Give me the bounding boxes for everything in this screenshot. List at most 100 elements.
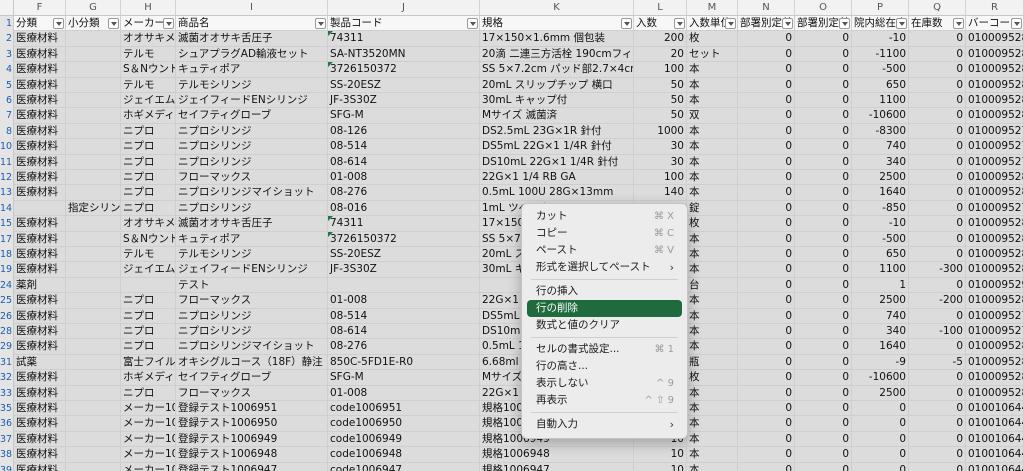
context-menu-item[interactable]: 自動入力 ›	[527, 416, 682, 433]
table-cell[interactable]: 0	[795, 108, 852, 124]
table-cell[interactable]: 0100095280008	[966, 46, 1024, 63]
table-cell[interactable]: 0	[909, 247, 966, 263]
table-cell[interactable]: 01-008	[328, 293, 480, 309]
filter-dropdown-icon[interactable]	[674, 18, 685, 29]
table-cell[interactable]: 0	[738, 431, 795, 448]
table-cell[interactable]: SFG-M	[328, 108, 480, 124]
table-cell[interactable]: 0	[738, 247, 795, 263]
table-cell[interactable]: 100	[634, 170, 687, 186]
table-cell[interactable]: 3726150372	[328, 231, 480, 247]
column-header-i[interactable]: I	[176, 0, 328, 16]
row-header[interactable]: 7	[0, 108, 14, 124]
table-cell[interactable]: 本	[687, 93, 738, 109]
table-cell[interactable]: 08-514	[328, 308, 480, 324]
table-cell[interactable]: メーカー1006	[121, 401, 176, 417]
table-cell[interactable]: SS-20ESZ	[328, 77, 480, 93]
table-cell[interactable]: 本	[687, 77, 738, 93]
table-cell[interactable]: -300	[909, 262, 966, 278]
table-cell[interactable]: 本	[687, 185, 738, 201]
table-cell[interactable]: 滅菌オオサキ舌圧子	[176, 31, 328, 47]
table-cell[interactable]: 10	[634, 447, 687, 463]
table-cell[interactable]: 0100095280088	[966, 231, 1024, 247]
table-cell[interactable]: 試薬	[14, 354, 66, 371]
table-cell[interactable]: 0	[738, 401, 795, 417]
table-cell[interactable]: 20滴 二連三方活栓 190cmフィルター	[480, 46, 634, 63]
table-cell[interactable]	[66, 416, 121, 432]
table-cell[interactable]	[66, 93, 121, 109]
table-cell[interactable]: 08-276	[328, 339, 480, 355]
table-cell[interactable]: 登録テスト1006949	[176, 431, 328, 448]
table-cell[interactable]: 0	[738, 139, 795, 155]
table-cell[interactable]: 0	[738, 385, 795, 401]
table-cell[interactable]: 0	[795, 93, 852, 109]
table-cell[interactable]: 0	[852, 401, 909, 417]
row-header[interactable]: 31	[0, 354, 14, 371]
row-header[interactable]: 12	[0, 170, 14, 186]
context-menu-item[interactable]: 表示しない ^ 9	[527, 375, 682, 392]
table-cell[interactable]: 医療材料	[14, 185, 66, 201]
filter-dropdown-icon[interactable]	[782, 18, 793, 29]
table-cell[interactable]: 0100095280008	[966, 339, 1024, 355]
table-cell[interactable]	[66, 277, 121, 294]
table-cell[interactable]: 医療材料	[14, 46, 66, 63]
table-cell[interactable]: テルモシリンジ	[176, 77, 328, 93]
table-header-cell[interactable]: 分類	[14, 16, 66, 32]
table-cell[interactable]: 740	[852, 139, 909, 155]
table-cell[interactable]: フローマックス	[176, 293, 328, 309]
table-cell[interactable]: 医療材料	[14, 385, 66, 401]
context-menu-item[interactable]: 行の削除	[527, 300, 682, 317]
table-cell[interactable]: 医療材料	[14, 262, 66, 278]
table-cell[interactable]: メーカー1006	[121, 447, 176, 463]
table-cell[interactable]: 1100	[852, 262, 909, 278]
table-cell[interactable]: 規格1006947	[480, 462, 634, 471]
table-cell[interactable]: 0	[909, 431, 966, 448]
filter-dropdown-icon[interactable]	[163, 18, 174, 29]
table-cell[interactable]: 0	[909, 385, 966, 401]
table-cell[interactable]: メーカー1006	[121, 462, 176, 471]
table-cell[interactable]: 0	[795, 431, 852, 448]
table-cell[interactable]: テルモ	[121, 77, 176, 93]
table-cell[interactable]: 20	[634, 46, 687, 63]
table-cell[interactable]: 0	[738, 262, 795, 278]
filter-dropdown-icon[interactable]	[1011, 18, 1022, 29]
table-cell[interactable]: 30mL キャップ付	[480, 93, 634, 109]
table-cell[interactable]: 0	[795, 185, 852, 201]
table-header-cell[interactable]: 商品名	[176, 16, 328, 32]
table-cell[interactable]: 0	[909, 462, 966, 471]
table-cell[interactable]: 医療材料	[14, 324, 66, 340]
table-header-cell[interactable]: 入数単位	[687, 16, 738, 32]
table-cell[interactable]: 0	[795, 46, 852, 63]
table-cell[interactable]: 2500	[852, 170, 909, 186]
row-header[interactable]: 26	[0, 308, 14, 324]
table-cell[interactable]: 0100106444008	[966, 462, 1024, 471]
table-cell[interactable]: 台	[687, 277, 738, 294]
table-cell[interactable]: 850C-5FD1E-R0	[328, 354, 480, 371]
table-cell[interactable]: 30	[634, 139, 687, 155]
table-cell[interactable]: 0	[795, 339, 852, 355]
table-cell[interactable]: 0100095278008	[966, 308, 1024, 324]
table-cell[interactable]: ニプロシリンジ	[176, 308, 328, 324]
column-header-h[interactable]: H	[121, 0, 176, 16]
table-header-cell[interactable]: バーコード	[966, 16, 1024, 32]
table-cell[interactable]: 0100095276008	[966, 200, 1024, 217]
table-cell[interactable]: オオサキメデ	[121, 31, 176, 47]
row-header[interactable]: 39	[0, 462, 14, 471]
row-header[interactable]: 4	[0, 62, 14, 78]
table-cell[interactable]: テルモ	[121, 247, 176, 263]
table-cell[interactable]: 0	[909, 108, 966, 124]
table-header-cell[interactable]: 小分類	[66, 16, 121, 32]
table-cell[interactable]: 0100095294008	[966, 277, 1024, 294]
table-cell[interactable]: -500	[852, 231, 909, 247]
table-cell[interactable]: 本	[687, 324, 738, 340]
table-cell[interactable]	[66, 62, 121, 78]
table-cell[interactable]	[66, 431, 121, 448]
table-cell[interactable]: 0100095283008	[966, 93, 1024, 109]
table-cell[interactable]: ニプロシリンジマイショット	[176, 185, 328, 201]
table-cell[interactable]: オキシグルコース（18F）静注「FRI」	[176, 354, 328, 371]
table-cell[interactable]: 0	[795, 247, 852, 263]
row-header[interactable]: 28	[0, 324, 14, 340]
table-cell[interactable]: 740	[852, 308, 909, 324]
table-cell[interactable]: 0	[795, 385, 852, 401]
table-cell[interactable]: 0	[795, 416, 852, 432]
table-cell[interactable]: 医療材料	[14, 62, 66, 78]
